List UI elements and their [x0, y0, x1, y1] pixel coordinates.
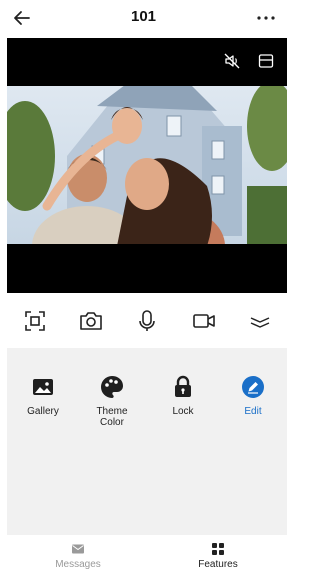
gallery-button[interactable]: Gallery — [13, 374, 73, 417]
palette-icon — [101, 376, 123, 398]
scan-frame-icon — [25, 311, 45, 331]
record-video-button[interactable] — [191, 308, 217, 334]
speaker-muted-icon — [224, 53, 240, 69]
theme-color-button[interactable]: Theme Color — [82, 374, 142, 428]
grid-icon — [212, 543, 224, 555]
tab-features[interactable]: Features — [178, 542, 258, 570]
lock-label: Lock — [172, 406, 194, 417]
camera-icon — [80, 312, 102, 330]
tab-features-label: Features — [198, 559, 238, 570]
edit-button[interactable]: Edit — [223, 374, 283, 417]
edit-label: Edit — [244, 406, 262, 417]
call-controls — [0, 300, 287, 344]
collapse-button[interactable] — [247, 308, 273, 334]
window-layout-icon — [258, 54, 274, 68]
microphone-button[interactable] — [134, 308, 160, 334]
more-options-button[interactable] — [253, 6, 279, 30]
lock-button[interactable]: Lock — [153, 374, 213, 417]
mail-icon — [72, 544, 84, 554]
snapshot-button[interactable] — [78, 308, 104, 334]
video-view[interactable] — [7, 38, 287, 293]
microphone-icon — [139, 310, 155, 331]
features-panel: Gallery Theme Color Lock Edit — [7, 348, 287, 535]
mute-button[interactable] — [223, 52, 241, 70]
chevrons-down-icon — [250, 317, 270, 328]
bottom-navigation: Messages Features — [0, 536, 287, 572]
top-bar: 101 — [0, 0, 287, 36]
tab-messages[interactable]: Messages — [38, 542, 118, 570]
page-title: 101 — [130, 8, 157, 25]
layout-toggle-button[interactable] — [257, 52, 275, 70]
lock-icon — [175, 375, 191, 397]
gallery-icon — [33, 379, 53, 395]
theme-color-label: Theme Color — [96, 406, 128, 428]
gallery-label: Gallery — [27, 406, 59, 417]
camera-feed-image — [7, 86, 287, 244]
more-horizontal-icon — [257, 16, 275, 20]
video-camera-icon — [193, 314, 215, 328]
screenshot-button[interactable] — [22, 308, 48, 334]
tab-messages-label: Messages — [55, 559, 101, 570]
edit-icon — [242, 376, 264, 398]
